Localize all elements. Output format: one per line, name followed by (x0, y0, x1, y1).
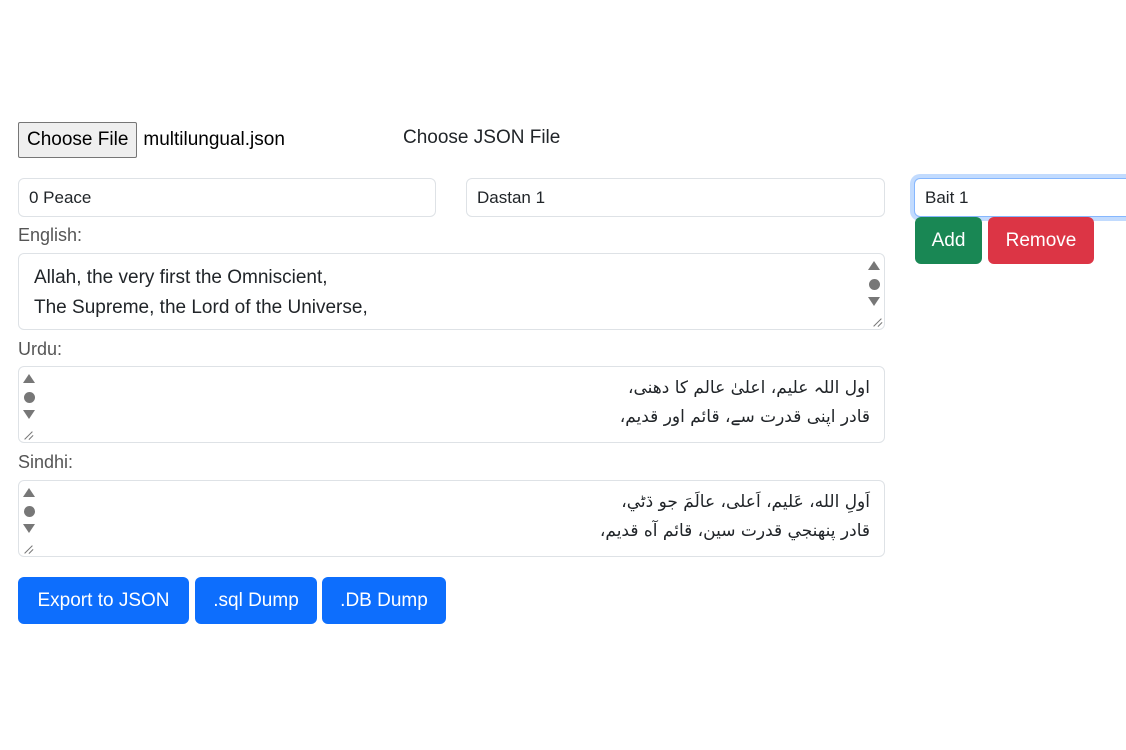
choose-json-label: Choose JSON File (403, 127, 561, 148)
scroll-thumb-icon[interactable] (869, 279, 880, 290)
english-label: English: (18, 225, 83, 245)
urdu-label: Urdu: (18, 339, 63, 359)
sindhi-label: Sindhi: (18, 452, 74, 472)
bait-input[interactable]: Bait 1 (914, 178, 1126, 217)
english-line: The Supreme, the Lord of the Universe, (34, 297, 368, 318)
scroll-down-icon[interactable] (868, 297, 880, 306)
sindhi-line: اَولِ الله، عَليم، اَعلى، عالَمَ جو ڌڻي، (621, 492, 870, 512)
resize-grip-icon[interactable] (20, 427, 34, 441)
urdu-textarea[interactable]: اول اللہ علیم، اعلیٰ عالم کا دھنی، قادر … (18, 366, 885, 443)
sindhi-line: قادر پنهنجي قدرت سين، قائم آه قديم، (599, 521, 870, 541)
export-json-button[interactable]: Export to JSON (18, 577, 189, 624)
file-picker: Choose File multilungual.json (18, 122, 285, 158)
resize-grip-icon[interactable] (869, 314, 883, 328)
urdu-text: اول اللہ علیم، اعلیٰ عالم کا دھنی، قادر … (70, 374, 870, 432)
scroll-up-icon[interactable] (23, 374, 35, 383)
scroll-down-icon[interactable] (23, 410, 35, 419)
scroll-thumb-icon[interactable] (24, 392, 35, 403)
sql-dump-button[interactable]: .sql Dump (195, 577, 317, 624)
english-textarea[interactable]: Allah, the very first the Omniscient, Th… (18, 253, 885, 330)
page: Choose File multilungual.json Choose JSO… (0, 0, 1126, 750)
sindhi-text: اَولِ الله، عَليم، اَعلى، عالَمَ جو ڌڻي،… (70, 488, 870, 546)
add-button[interactable]: Add (915, 217, 982, 264)
english-text: Allah, the very first the Omniscient, Th… (34, 263, 368, 323)
peace-input[interactable]: 0 Peace (18, 178, 436, 217)
scroll-down-icon[interactable] (23, 524, 35, 533)
db-dump-button[interactable]: .DB Dump (322, 577, 446, 624)
urdu-scrollbar[interactable] (21, 369, 37, 429)
remove-button[interactable]: Remove (988, 217, 1094, 264)
english-line: Allah, the very first the Omniscient, (34, 267, 328, 288)
selected-file-name: multilungual.json (143, 129, 285, 150)
dastan-input[interactable]: Dastan 1 (466, 178, 885, 217)
urdu-line: اول اللہ علیم، اعلیٰ عالم کا دھنی، (628, 378, 870, 398)
scroll-thumb-icon[interactable] (24, 506, 35, 517)
english-scrollbar[interactable] (866, 256, 882, 316)
sindhi-textarea[interactable]: اَولِ الله، عَليم، اَعلى، عالَمَ جو ڌڻي،… (18, 480, 885, 557)
sindhi-scrollbar[interactable] (21, 483, 37, 543)
urdu-line: قادر اپنی قدرت سے، قائم اور قدیم، (619, 407, 870, 427)
scroll-up-icon[interactable] (868, 261, 880, 270)
scroll-up-icon[interactable] (23, 488, 35, 497)
choose-file-button[interactable]: Choose File (18, 122, 138, 158)
resize-grip-icon[interactable] (20, 541, 34, 555)
